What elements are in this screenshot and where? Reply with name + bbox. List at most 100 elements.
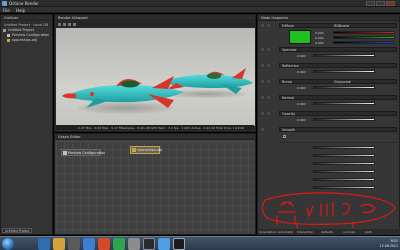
render-image[interactable] [56, 28, 255, 126]
section-label: Specular [282, 48, 297, 53]
opacity-slider[interactable] [313, 118, 375, 121]
viewport-header: Render Viewport [55, 15, 255, 21]
blue-channel-slider[interactable] [333, 41, 395, 44]
status-interaction: Interaction [297, 230, 314, 234]
minimize-button[interactable] [366, 1, 375, 6]
mesh-icon [132, 148, 136, 152]
pause-icon[interactable] [68, 23, 71, 26]
link-icon[interactable] [267, 80, 270, 83]
recenter-icon[interactable] [58, 23, 61, 26]
inspector-title: Node Inspector [261, 16, 289, 20]
node-preview-configuration[interactable]: Preview Configuration [61, 149, 105, 156]
section-specular[interactable]: Specular [279, 47, 397, 52]
status-normals: normals [343, 230, 356, 234]
outliner-header: Outliner [1, 15, 52, 21]
extra-slider-5[interactable] [313, 178, 375, 181]
taskbar: 6:52 12.06.2011 [0, 236, 400, 250]
divider [279, 142, 397, 143]
app-icon-4[interactable] [128, 238, 140, 250]
app-icon-1[interactable] [83, 238, 95, 250]
graph-editor: Graph Editor Preview Configuration space… [54, 133, 256, 235]
app-icon-6[interactable] [158, 238, 170, 250]
viewport-title: Render Viewport [58, 16, 88, 20]
section-reflection[interactable]: Reflection [279, 63, 397, 68]
section-normal[interactable]: Normal [279, 95, 397, 100]
outliner-title: Outliner [4, 16, 19, 20]
extra-slider-3[interactable] [313, 162, 375, 165]
stop-icon[interactable] [73, 23, 76, 26]
row-icons [261, 96, 277, 100]
expand-icon[interactable] [261, 112, 264, 115]
node-label: Preview Configuration [68, 151, 106, 155]
diffuse-color-swatch[interactable] [289, 30, 311, 44]
system-tray: 6:52 12.06.2011 [358, 238, 398, 250]
link-icon[interactable] [267, 24, 270, 27]
config-icon [63, 151, 67, 155]
normal-slider[interactable] [313, 102, 375, 105]
start-button[interactable] [2, 238, 14, 250]
app-icon [2, 1, 7, 6]
app-icon-2[interactable] [98, 238, 110, 250]
status-orientation: Orientation: Automatic [259, 230, 294, 234]
render-viewport: Render Viewport 2.07 Mi/s · 2/16 Mpx · 5… [54, 14, 256, 132]
slider-value: 0.000 [297, 118, 306, 122]
expand-icon[interactable] [261, 48, 264, 51]
extra-slider-4[interactable] [313, 170, 375, 173]
green-value: 0.000 [315, 35, 324, 40]
reset-icon[interactable] [63, 23, 66, 26]
node-label: spaceships.obj [137, 148, 162, 152]
expand-icon[interactable] [261, 128, 264, 131]
tree-item-mesh[interactable]: spaceships.obj [1, 38, 52, 43]
render-stats: 2.07 Mi/s · 2/16 Mpx · 5.17 MSamples · 8… [78, 125, 245, 130]
close-button[interactable] [386, 1, 395, 6]
section-smooth[interactable]: Smooth [279, 127, 397, 132]
status-path: path [365, 230, 372, 234]
tree-item-label: spaceships.obj [12, 38, 37, 43]
media-icon[interactable] [68, 238, 80, 250]
specular-roughness-slider[interactable] [313, 54, 375, 57]
inspector-header: Node Inspector [258, 15, 399, 21]
graph-canvas[interactable]: Preview Configuration spaceships.obj [56, 141, 254, 233]
row-icons [261, 128, 277, 132]
extra-slider-2[interactable] [313, 154, 375, 157]
slider-value: 0.000 [297, 86, 306, 90]
octane-taskbar-icon[interactable] [173, 238, 185, 250]
spaceships-render [62, 68, 253, 114]
section-label: Opacity [282, 112, 296, 117]
link-icon[interactable] [267, 96, 270, 99]
extra-slider-1[interactable] [313, 146, 375, 149]
app-icon-3[interactable] [113, 238, 125, 250]
row-icons [261, 112, 277, 116]
inspector-status-bar: Orientation: Automatic Interaction defau… [257, 229, 400, 235]
maximize-button[interactable] [376, 1, 385, 6]
graph-editor-header: Graph Editor [55, 134, 255, 140]
expand-icon[interactable] [261, 24, 264, 27]
project-tab[interactable]: Untitled Project [2, 228, 32, 233]
explorer-icon[interactable] [53, 238, 65, 250]
section-label: Diffuse [282, 24, 294, 29]
menu-help[interactable]: Help [16, 8, 25, 13]
slider-value: 0.000 [297, 102, 306, 106]
expand-icon[interactable] [261, 96, 264, 99]
expand-icon[interactable] [261, 80, 264, 83]
link-icon[interactable] [267, 64, 270, 67]
red-channel-slider[interactable] [333, 31, 395, 34]
reflection-roughness-slider[interactable] [313, 70, 375, 73]
section-bump[interactable]: Bump Grayscale [279, 79, 397, 84]
link-icon[interactable] [267, 48, 270, 51]
ie-icon[interactable] [38, 238, 50, 250]
project-tab-label: Untitled Project [5, 229, 30, 234]
expand-icon[interactable] [261, 64, 264, 67]
node-mesh[interactable]: spaceships.obj [130, 146, 162, 154]
link-icon[interactable] [267, 112, 270, 115]
bump-slider[interactable] [313, 86, 375, 89]
section-label: Bump [282, 80, 292, 85]
section-diffuse[interactable]: Diffuse RGBcolor [279, 23, 397, 28]
clock-date: 12.06.2011 [379, 244, 398, 248]
smooth-checkbox[interactable] [283, 135, 286, 138]
green-channel-slider[interactable] [333, 36, 395, 39]
outliner-subheader[interactable]: Untitled Project · Local DB [2, 22, 51, 27]
section-opacity[interactable]: Opacity [279, 111, 397, 116]
menu-file[interactable]: File [3, 8, 10, 13]
app-icon-5[interactable] [143, 238, 155, 250]
